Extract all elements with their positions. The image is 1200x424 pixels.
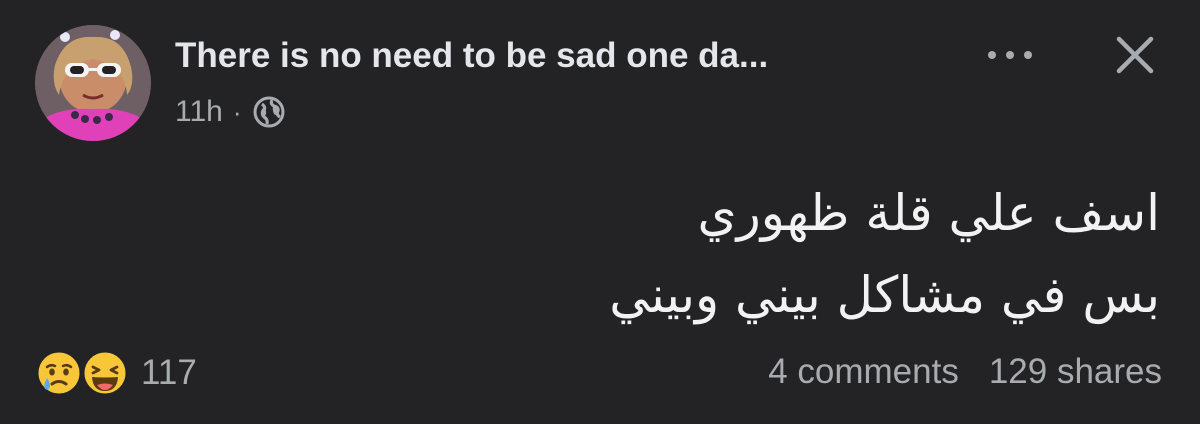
post-text: اسف علي قلة ظهوري بس في مشاكل بيني وبيني — [260, 172, 1160, 336]
more-options-icon[interactable] — [980, 35, 1040, 75]
post-timestamp[interactable]: 11h — [175, 95, 223, 129]
meta-separator: · — [232, 96, 242, 127]
post-card: There is no need to be sad one da... 11h… — [0, 0, 1200, 424]
post-meta: 11h · — [175, 92, 286, 132]
close-icon[interactable] — [1110, 30, 1160, 80]
sad-reaction-icon — [33, 347, 85, 399]
post-author-name[interactable]: There is no need to be sad one da... — [175, 36, 768, 76]
avatar[interactable] — [35, 25, 151, 141]
post-text-line: بس في مشاكل بيني وبيني — [609, 266, 1160, 324]
reactions-summary[interactable]: 117 — [33, 347, 197, 399]
globe-icon[interactable] — [252, 95, 286, 129]
reaction-count: 117 — [141, 353, 197, 392]
haha-reaction-icon — [79, 347, 131, 399]
post-text-line: اسف علي قلة ظهوري — [697, 184, 1161, 242]
comments-count-link[interactable]: 4 comments — [768, 352, 959, 392]
engagement-stats: 4 comments 129 shares — [768, 352, 1162, 392]
shares-count-link[interactable]: 129 shares — [989, 352, 1162, 392]
